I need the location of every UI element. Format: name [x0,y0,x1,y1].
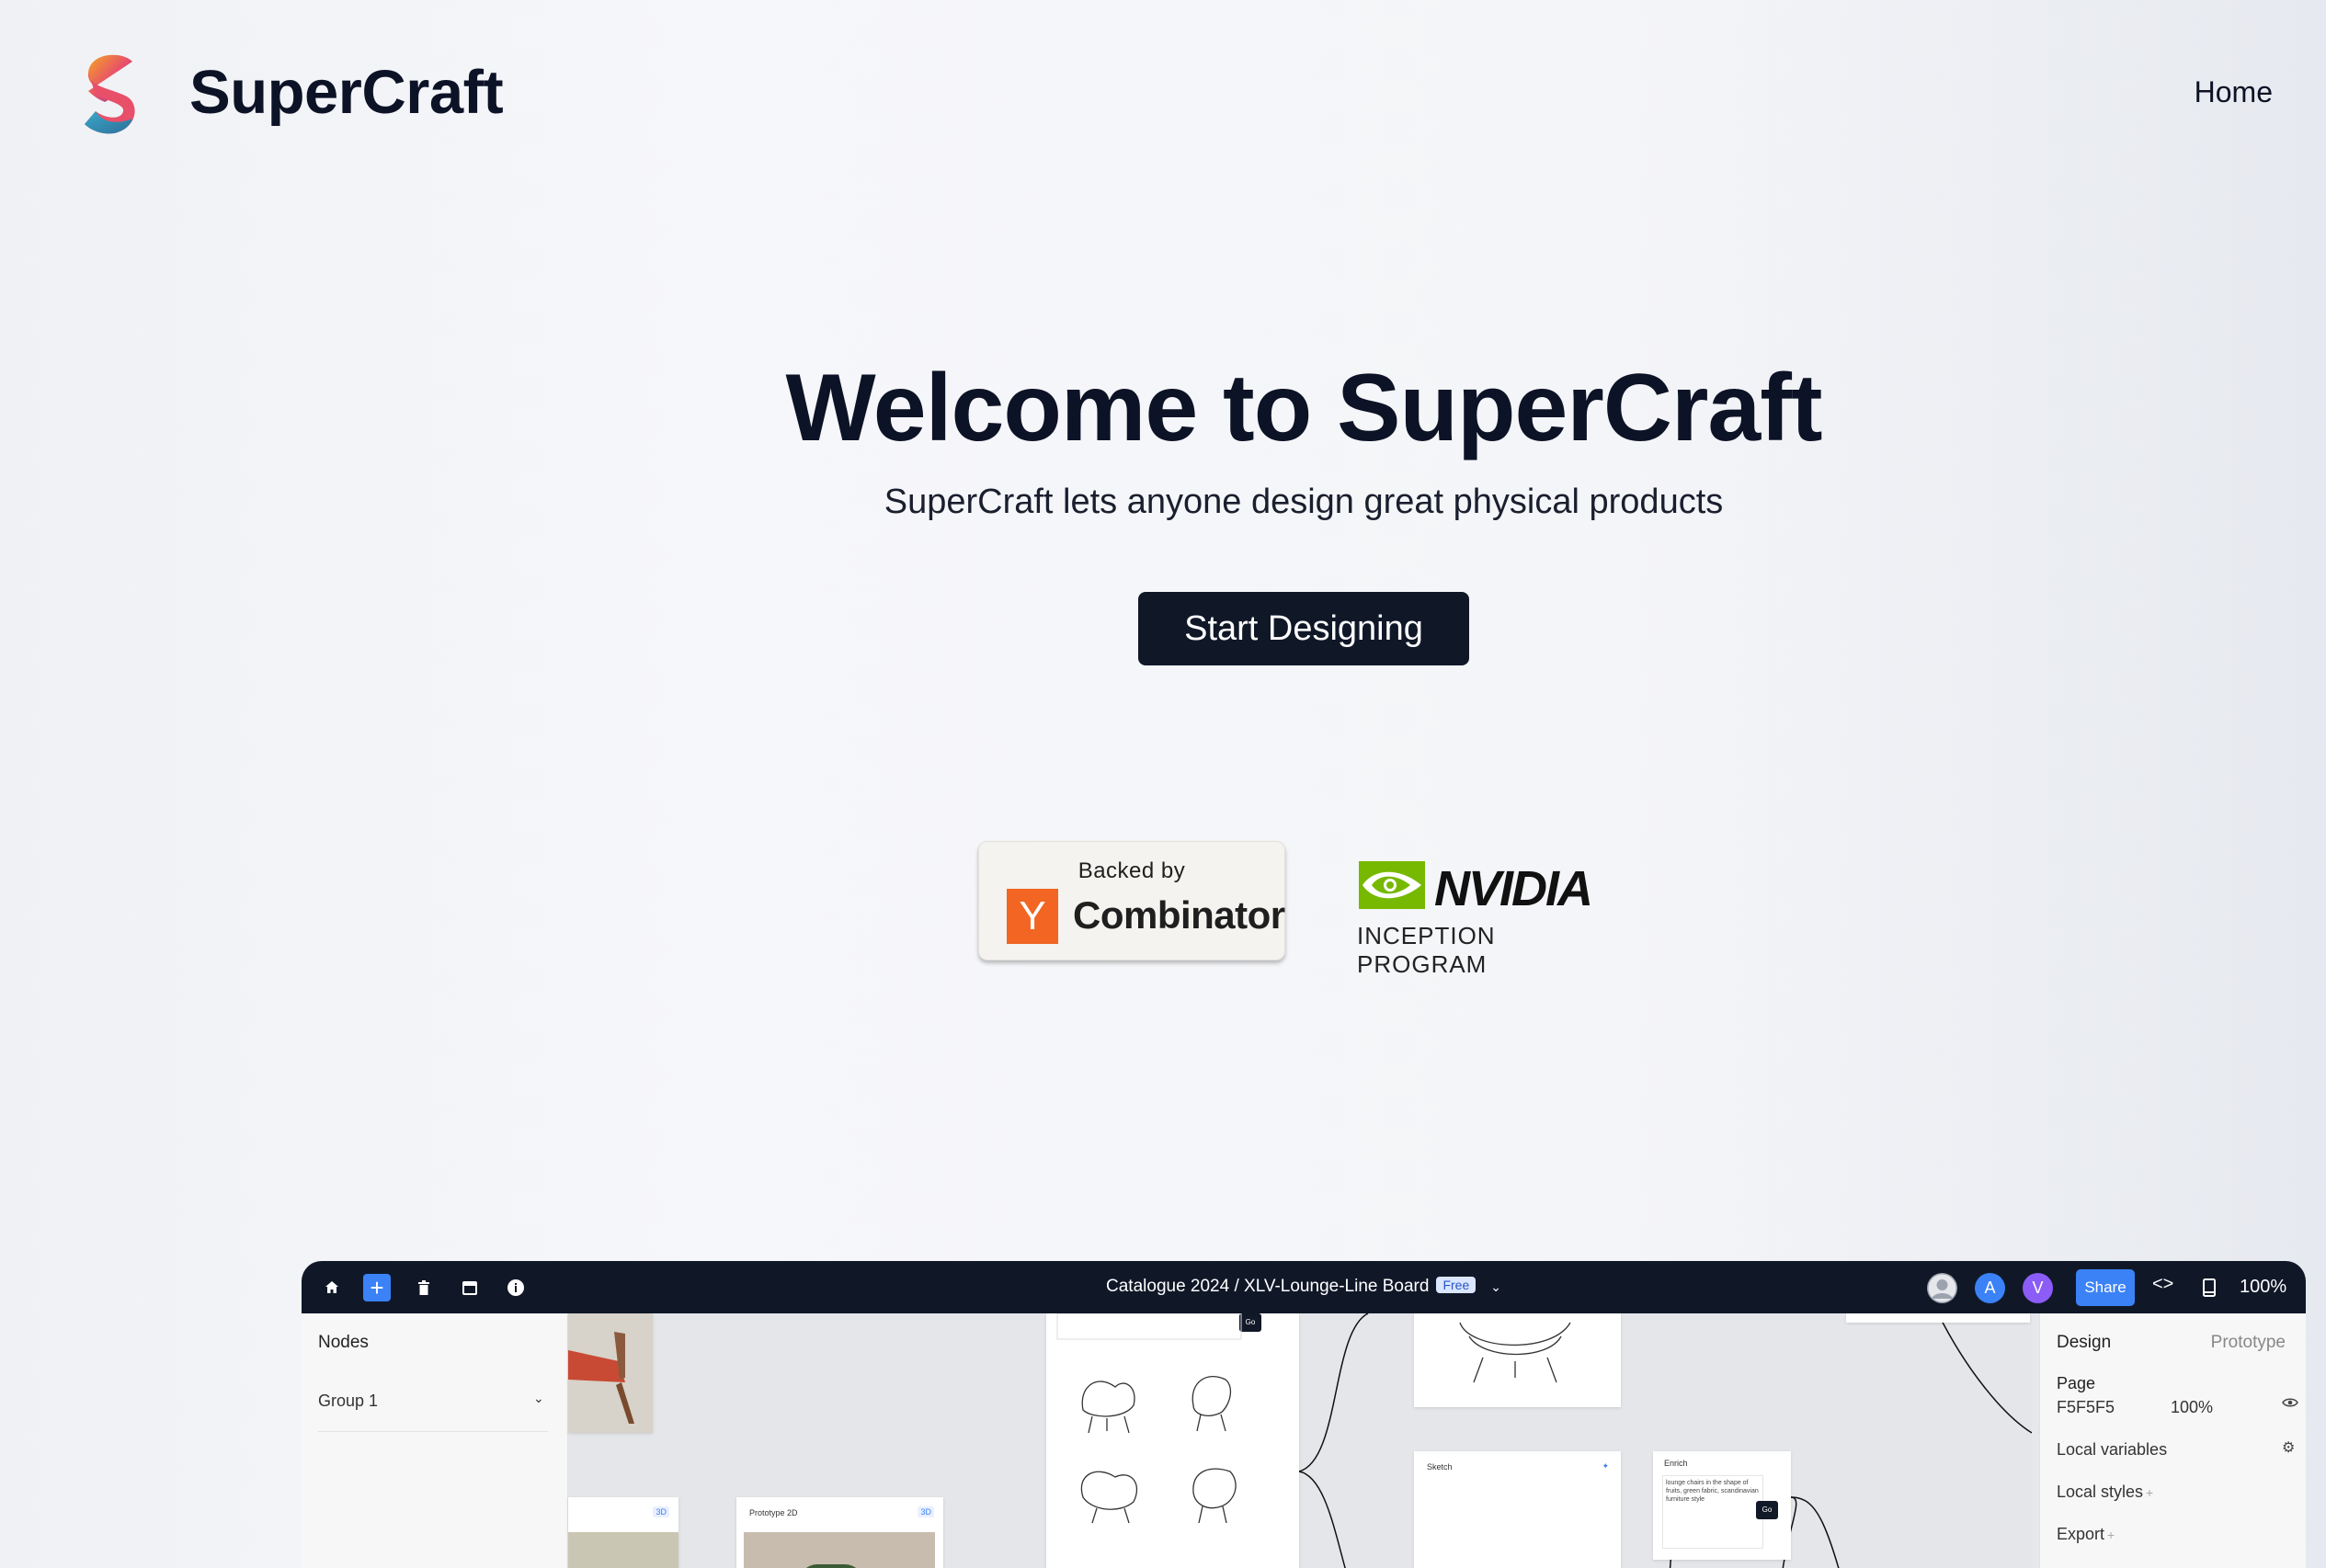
prototype-2d-label: Prototype 2D [749,1508,798,1517]
image-card[interactable]: 3D [568,1497,678,1568]
nodes-panel: Nodes Group 1 ⌄ [302,1313,568,1568]
divider [318,1431,548,1432]
export-item[interactable]: Export + [2057,1525,2115,1544]
chair-sketches [1056,1313,1242,1524]
plan-badge: Free [1436,1277,1477,1293]
nodes-title: Nodes [318,1333,369,1352]
tag-3d[interactable]: 3D [918,1506,934,1517]
hero-subtitle: SuperCraft lets anyone design great phys… [884,483,1724,521]
local-variables-item[interactable]: Local variables [2057,1440,2167,1460]
code-icon[interactable]: <> [2152,1274,2173,1295]
enrich-label: Enrich [1664,1459,1688,1468]
group-item-label[interactable]: Group 1 [318,1392,378,1411]
avatar-a[interactable]: A [1975,1273,2005,1303]
yc-backed-by-text: Backed by [1077,858,1186,883]
nav-home-link[interactable]: Home [2195,75,2273,109]
yc-backed-badge: Backed by Y Combinator [978,841,1285,960]
enrich-card[interactable]: Enrich lounge chairs in the shape of fru… [1653,1451,1791,1560]
sketch-chair-drawing [1414,1451,1621,1568]
start-designing-button[interactable]: Start Designing [1138,592,1469,665]
page-opacity-value[interactable]: 100% [2171,1398,2213,1417]
zoom-level[interactable]: 100% [2240,1277,2286,1298]
red-chair-image [568,1313,653,1433]
sketch-grid-card[interactable]: Go [1046,1313,1299,1568]
local-styles-label: Local styles [2057,1483,2144,1501]
board-canvas[interactable]: 3D Prototype 2D 3D Go Sketch ✦ Enrich lo… [568,1313,2032,1568]
avatar-user[interactable] [1927,1273,1957,1303]
brand-name[interactable]: SuperCraft [189,57,504,128]
tab-design[interactable]: Design [2057,1333,2111,1353]
chevron-down-icon[interactable]: ⌄ [1490,1279,1501,1295]
plus-icon[interactable]: + [2107,1528,2115,1542]
chair-render-card[interactable] [1414,1313,1621,1407]
local-styles-item[interactable]: Local styles + [2057,1483,2153,1502]
prototype-image [744,1532,935,1568]
tag-3d[interactable]: 3D [653,1506,669,1517]
app-topbar: + Catalogue 2024 / XLV-Lounge-Line Board… [302,1261,2306,1313]
avatar-v[interactable]: V [2023,1273,2053,1303]
yc-name-text: Combinator [1073,893,1285,937]
go-button[interactable]: Go [1756,1501,1778,1519]
sketch-card[interactable]: Sketch ✦ [1414,1451,1621,1568]
board-title: Catalogue 2024 / XLV-Lounge-Line Board [1106,1277,1430,1296]
nvidia-inception-badge: NVIDIA INCEPTION PROGRAM [1357,855,1605,978]
yc-logo-icon: Y [1007,889,1058,944]
chevron-down-icon[interactable]: ⌄ [533,1391,544,1406]
chair-photo-card[interactable] [568,1313,653,1433]
prototype-2d-card[interactable]: Prototype 2D 3D [736,1497,943,1568]
enrich-prompt-input[interactable]: lounge chairs in the shape of fruits, gr… [1662,1475,1763,1549]
partial-card[interactable] [1846,1313,2030,1323]
device-icon[interactable] [2195,1274,2223,1301]
nvidia-wordmark: NVIDIA [1434,861,1593,916]
image-placeholder [568,1532,678,1568]
design-panel: Design Prototype Page F5F5F5 100% Local … [2039,1313,2306,1568]
hero-title: Welcome to SuperCraft [785,355,1822,461]
board-title-area[interactable]: Catalogue 2024 / XLV-Lounge-Line Board Fr… [302,1277,2306,1297]
site-header: SuperCraft Home [0,0,2326,188]
chair-render-sketch [1459,1322,1571,1383]
eye-icon[interactable] [2282,1396,2298,1413]
tab-prototype[interactable]: Prototype [2211,1333,2286,1353]
nvidia-eye-icon [1359,861,1425,909]
settings-icon[interactable]: ⚙ [2282,1438,2295,1457]
share-button[interactable]: Share [2076,1269,2135,1306]
export-label: Export [2057,1525,2105,1543]
nvidia-program-text: INCEPTION PROGRAM [1357,922,1496,978]
page-section-label: Page [2057,1374,2096,1392]
page-color-value[interactable]: F5F5F5 [2057,1398,2115,1417]
app-preview-window: + Catalogue 2024 / XLV-Lounge-Line Board… [302,1261,2306,1568]
plus-icon[interactable]: + [2146,1485,2153,1500]
supercraft-logo[interactable] [77,51,143,135]
